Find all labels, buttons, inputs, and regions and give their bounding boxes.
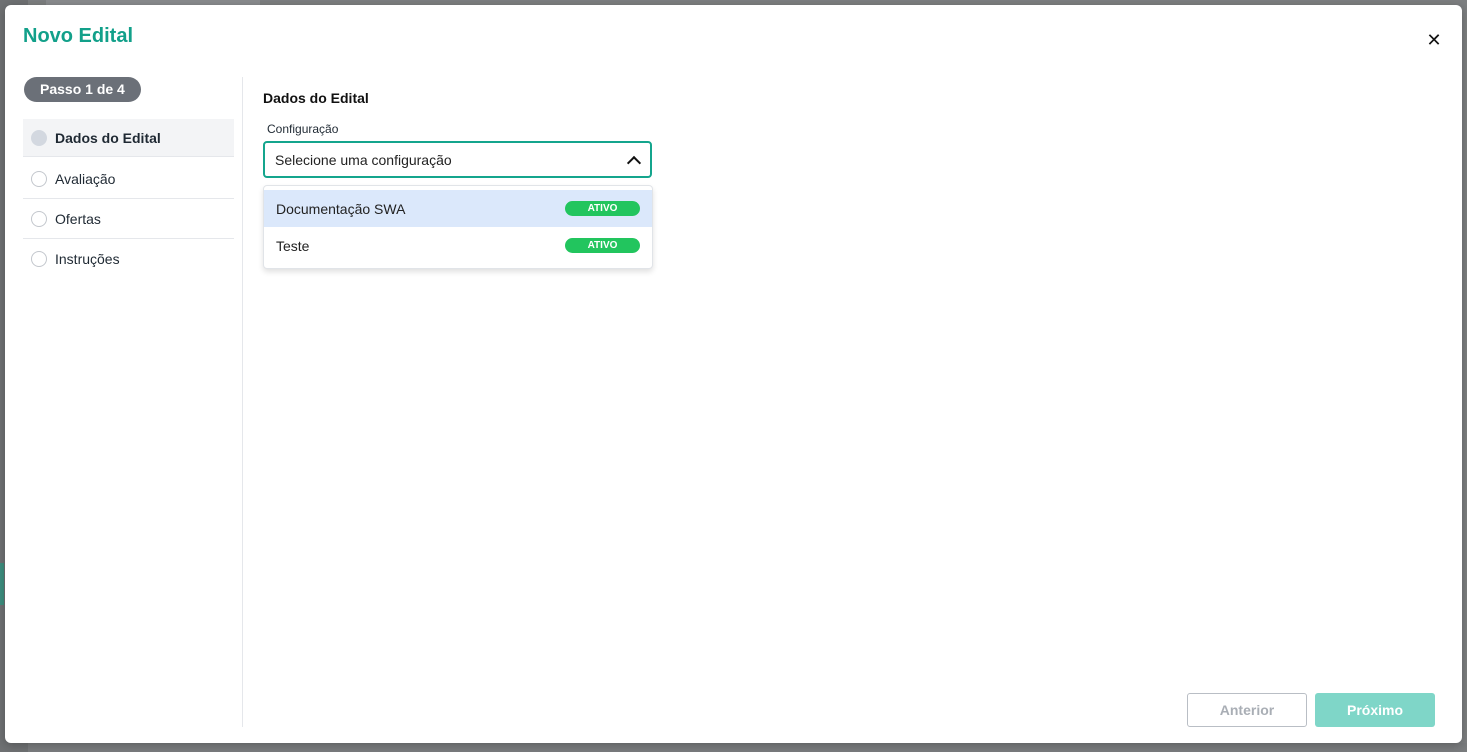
next-button[interactable]: Próximo — [1315, 693, 1435, 727]
step-list: Dados do Edital Avaliação Ofertas Instru… — [23, 119, 234, 279]
step-content: Dados do Edital Configuração Selecione u… — [263, 90, 863, 269]
modal-title: Novo Edital — [23, 25, 134, 47]
step-item-dados-do-edital[interactable]: Dados do Edital — [23, 119, 234, 157]
step-label: Instruções — [55, 251, 120, 267]
option-label: Teste — [276, 237, 310, 254]
close-icon: ✕ — [1426, 29, 1442, 50]
step-progress-badge: Passo 1 de 4 — [24, 77, 141, 102]
step-circle-icon — [31, 129, 47, 146]
close-button[interactable]: ✕ — [1424, 30, 1444, 50]
dropdown-option-teste[interactable]: Teste ATIVO — [264, 227, 652, 264]
step-item-ofertas[interactable]: Ofertas — [23, 199, 234, 239]
step-item-avaliacao[interactable]: Avaliação — [23, 159, 234, 199]
select-placeholder: Selecione uma configuração — [275, 151, 452, 168]
status-badge: ATIVO — [565, 201, 640, 216]
option-label: Documentação SWA — [276, 200, 406, 217]
step-label: Dados do Edital — [55, 129, 161, 146]
background-active-indicator — [0, 563, 4, 605]
background-footer — [28, 743, 1467, 752]
configuracao-label: Configuração — [267, 122, 339, 136]
steps-sidebar: Passo 1 de 4 Dados do Edital Avaliação O… — [23, 77, 243, 727]
step-circle-icon — [31, 210, 47, 227]
dropdown-option-documentacao-swa[interactable]: Documentação SWA ATIVO — [264, 190, 652, 227]
configuracao-dropdown: Documentação SWA ATIVO Teste ATIVO — [263, 185, 653, 269]
status-badge: ATIVO — [565, 238, 640, 253]
new-edital-modal: Novo Edital ✕ Passo 1 de 4 Dados do Edit… — [5, 5, 1462, 743]
section-title: Dados do Edital — [263, 90, 369, 106]
step-circle-icon — [31, 170, 47, 187]
previous-button[interactable]: Anterior — [1187, 693, 1307, 727]
step-item-instrucoes[interactable]: Instruções — [23, 239, 234, 279]
step-label: Avaliação — [55, 170, 116, 187]
step-label: Ofertas — [55, 210, 101, 227]
chevron-up-icon — [626, 155, 642, 170]
step-circle-icon — [31, 251, 47, 267]
configuracao-select[interactable]: Selecione uma configuração — [263, 141, 652, 178]
